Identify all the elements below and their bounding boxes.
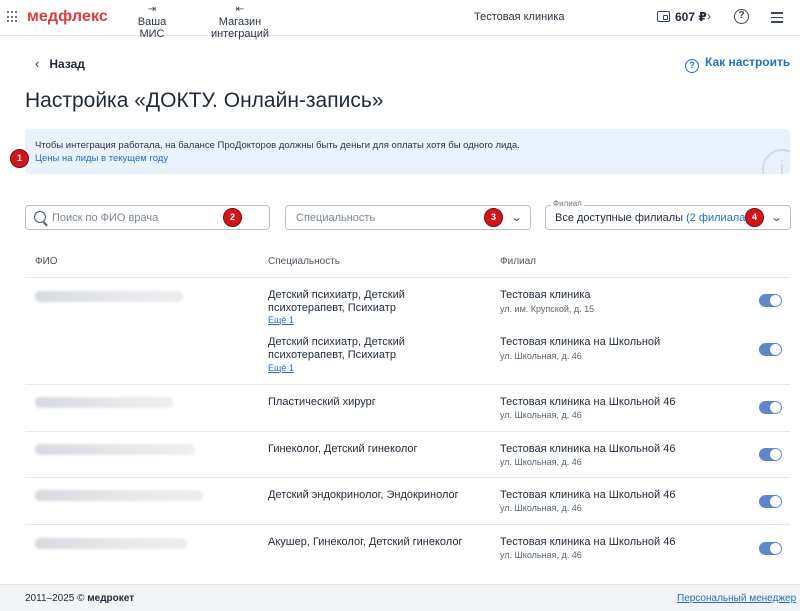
specialty-cell: Пластический хирург bbox=[268, 396, 376, 408]
specialty-cell: Гинеколог, Детский гинеколог bbox=[268, 443, 418, 455]
branch-value-text: Все доступные филиалы bbox=[555, 212, 684, 224]
doctor-name-blurred bbox=[35, 397, 173, 408]
specialty-line: психотерапевт, Психиатр bbox=[268, 302, 396, 314]
page-title: Настройка «ДОКТУ. Онлайн-запись» bbox=[25, 89, 384, 112]
divider bbox=[25, 524, 790, 525]
annotation-marker-4: 4 bbox=[745, 208, 764, 227]
search-icon bbox=[34, 211, 46, 223]
clinic-name[interactable]: Тестовая клиника bbox=[474, 11, 565, 23]
footer-brand: медрокет bbox=[87, 593, 135, 604]
doctor-name-blurred bbox=[35, 291, 183, 302]
doctor-name-blurred bbox=[35, 444, 195, 455]
divider bbox=[25, 277, 790, 278]
show-more-link[interactable]: Ещё 1 bbox=[268, 363, 294, 373]
lead-prices-link[interactable]: Цены на лиды в текущем году bbox=[35, 153, 168, 164]
specialty-line: психотерапевт, Психиатр bbox=[268, 349, 396, 361]
nav-your-mis[interactable]: ⇥ Ваша МИС bbox=[128, 4, 176, 40]
nav-integration-store[interactable]: ⇤ Магазин интеграций bbox=[194, 4, 286, 40]
specialty-line: Детский психиатр, Детский bbox=[268, 336, 405, 348]
annotation-marker-2: 2 bbox=[223, 208, 242, 227]
enable-toggle[interactable] bbox=[759, 448, 782, 461]
balance-amount[interactable]: 607 ₽ bbox=[675, 10, 707, 24]
top-header: медфлекс ⇥ Ваша МИС ⇤ Магазин интеграций… bbox=[0, 0, 800, 40]
logo[interactable]: медфлекс bbox=[27, 8, 108, 26]
info-banner: Чтобы интеграция работала, на балансе Пр… bbox=[25, 129, 790, 174]
branch-name: Тестовая клиника bbox=[500, 289, 591, 301]
doctor-name-blurred bbox=[35, 490, 203, 501]
column-header-branch: Филиал bbox=[500, 256, 537, 267]
wallet-icon[interactable] bbox=[657, 11, 670, 22]
apps-grid-icon[interactable] bbox=[7, 11, 19, 23]
divider bbox=[25, 477, 790, 478]
banner-text: Чтобы интеграция работала, на балансе Пр… bbox=[35, 140, 520, 151]
how-to-setup-label: Как настроить bbox=[705, 55, 791, 69]
column-header-name: ФИО bbox=[35, 256, 58, 267]
specialty-line: Детский психиатр, Детский bbox=[268, 289, 405, 301]
specialty-cell: Детский психиатр, Детский психотерапевт, … bbox=[268, 289, 405, 315]
doctor-name-blurred bbox=[35, 538, 187, 549]
question-icon: ? bbox=[685, 59, 699, 73]
chevron-down-icon: ⌄ bbox=[769, 212, 783, 224]
login-arrow-icon: ⇥ bbox=[147, 4, 157, 15]
divider bbox=[25, 431, 790, 432]
enable-toggle[interactable] bbox=[759, 495, 782, 508]
branch-count: (2 филиала) bbox=[686, 212, 750, 224]
branch-address: ул. Школьная, д. 46 bbox=[500, 550, 582, 560]
hamburger-menu-icon[interactable] bbox=[771, 12, 783, 23]
enable-toggle[interactable] bbox=[759, 401, 782, 414]
logout-arrow-icon: ⇤ bbox=[235, 4, 245, 15]
chevron-down-icon: ⌄ bbox=[509, 212, 523, 224]
branch-address: ул. Школьная, д. 46 bbox=[500, 457, 582, 467]
column-header-specialty: Специальность bbox=[268, 256, 340, 267]
info-icon: i bbox=[762, 149, 790, 174]
branch-address: ул. Школьная, д. 46 bbox=[500, 503, 582, 513]
copyright: 2011–2025 © медрокет bbox=[25, 593, 134, 604]
copyright-text: 2011–2025 © bbox=[25, 593, 88, 604]
branch-address: ул. Школьная, д. 46 bbox=[500, 351, 582, 361]
chevron-left-icon: ‹ bbox=[35, 56, 40, 71]
search-placeholder: Поиск по ФИО врача bbox=[52, 212, 159, 224]
specialty-cell: Детский эндокринолог, Эндокринолог bbox=[268, 489, 459, 501]
divider bbox=[25, 384, 790, 385]
enable-toggle[interactable] bbox=[759, 294, 782, 307]
personal-manager-link[interactable]: Персональный менеджер bbox=[677, 593, 796, 604]
enable-toggle[interactable] bbox=[759, 343, 782, 356]
back-label: Назад bbox=[49, 57, 85, 71]
footer: 2011–2025 © медрокет Персональный менедж… bbox=[0, 584, 800, 611]
nav-label: Магазин интеграций bbox=[210, 16, 270, 40]
back-button[interactable]: ‹ Назад bbox=[35, 56, 85, 71]
branch-address: ул. Школьная, д. 46 bbox=[500, 410, 582, 420]
branch-address: ул. им. Крупской, д. 15 bbox=[500, 304, 595, 314]
specialty-cell: Акушер, Гинеколог, Детский гинеколог bbox=[268, 536, 463, 548]
specialty-placeholder: Специальность bbox=[296, 212, 376, 224]
branch-name: Тестовая клиника на Школьной 46 bbox=[500, 443, 676, 455]
branch-name: Тестовая клиника на Школьной bbox=[500, 336, 661, 348]
enable-toggle[interactable] bbox=[759, 542, 782, 555]
specialty-cell: Детский психиатр, Детский психотерапевт, … bbox=[268, 336, 405, 362]
annotation-marker-3: 3 bbox=[484, 208, 503, 227]
nav-label: Ваша МИС bbox=[137, 16, 167, 40]
how-to-setup-link[interactable]: ? Как настроить bbox=[685, 55, 790, 73]
branch-name: Тестовая клиника на Школьной 46 bbox=[500, 489, 676, 501]
help-icon[interactable]: ? bbox=[734, 9, 749, 24]
show-more-link[interactable]: Ещё 1 bbox=[268, 315, 294, 325]
branch-value: Все доступные филиалы (2 филиала) bbox=[555, 212, 749, 224]
branch-field-label: Филиал bbox=[551, 199, 584, 208]
branch-name: Тестовая клиника на Школьной 46 bbox=[500, 396, 676, 408]
chevron-right-icon[interactable]: › bbox=[707, 9, 711, 23]
annotation-marker-1: 1 bbox=[10, 149, 29, 168]
branch-name: Тестовая клиника на Школьной 46 bbox=[500, 536, 676, 548]
